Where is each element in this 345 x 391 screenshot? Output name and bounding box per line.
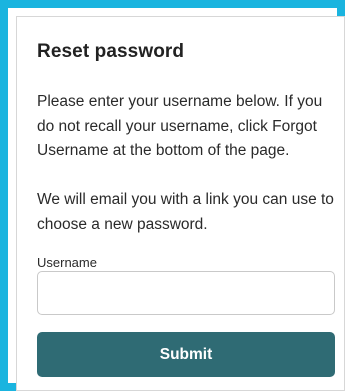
reset-password-card: Reset password Please enter your usernam… (16, 16, 345, 391)
instructions-text: Please enter your username below. If you… (37, 93, 323, 159)
submit-button[interactable]: Submit (37, 332, 335, 377)
email-info-text: We will email you with a link you can us… (37, 191, 334, 233)
page-frame: Reset password Please enter your usernam… (0, 0, 345, 391)
username-input[interactable] (37, 271, 335, 315)
page-title: Reset password (37, 41, 185, 62)
username-label: Username (37, 255, 97, 270)
